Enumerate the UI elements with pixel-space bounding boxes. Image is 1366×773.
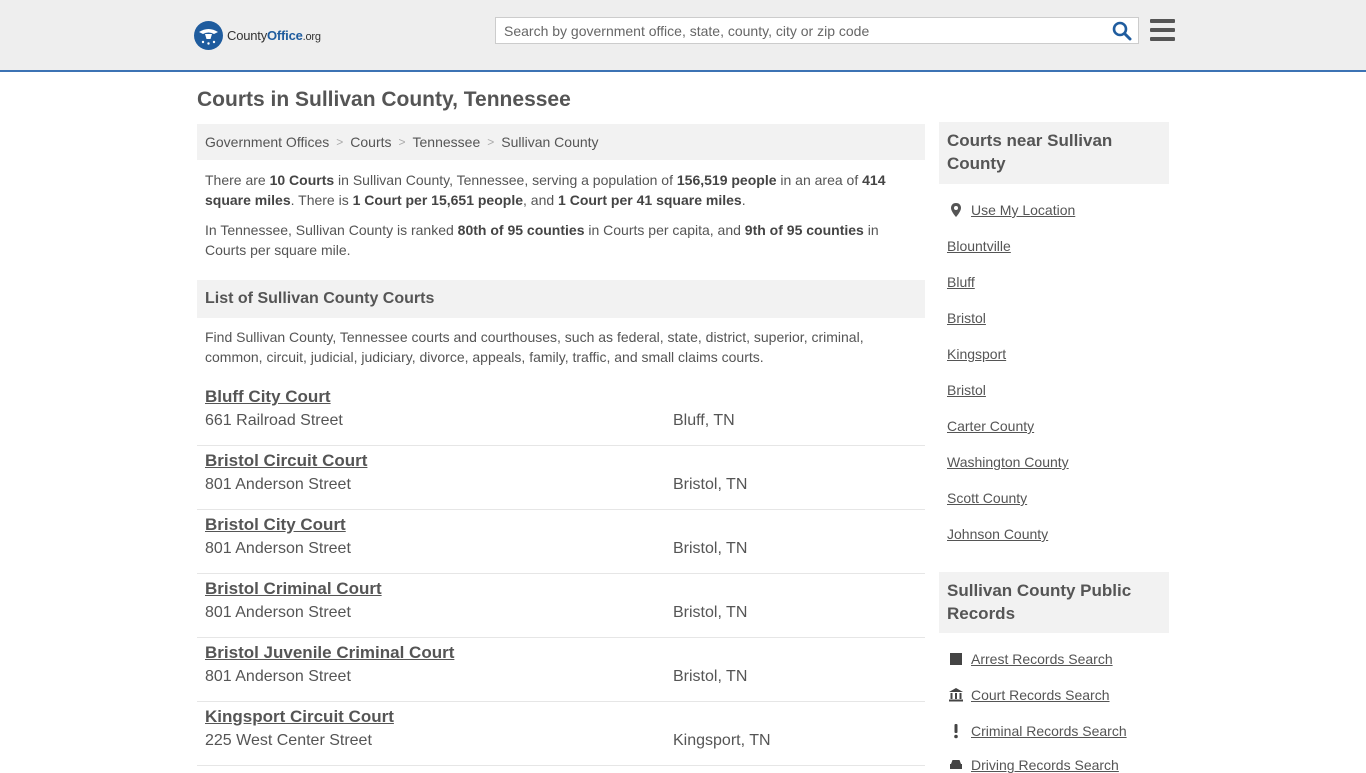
location-pin-icon: [951, 203, 961, 217]
breadcrumb-separator-icon: >: [487, 135, 495, 149]
list-item: Bristol City Court 801 Anderson Street B…: [197, 510, 925, 574]
criminal-records-link[interactable]: Criminal Records Search: [971, 723, 1127, 739]
court-link[interactable]: Bristol Circuit Court: [205, 451, 367, 471]
nearby-link-kingsport[interactable]: Kingsport: [947, 346, 1006, 362]
car-icon: [950, 760, 962, 769]
breadcrumb-government-offices[interactable]: Government Offices: [205, 134, 329, 150]
list-item: Bristol Criminal Court 801 Anderson Stre…: [197, 574, 925, 638]
search-button[interactable]: [1112, 21, 1132, 41]
breadcrumb-courts[interactable]: Courts: [350, 134, 391, 150]
driving-records-link[interactable]: Driving Records Search: [971, 757, 1119, 773]
court-link[interactable]: Bristol City Court: [205, 515, 346, 535]
court-city: Bristol, TN: [673, 668, 748, 685]
search-icon: [1112, 21, 1132, 41]
list-item: Bristol Circuit Court 801 Anderson Stree…: [197, 446, 925, 510]
court-city: Kingsport, TN: [673, 732, 771, 749]
list-item: Kingsport Circuit Court 225 West Center …: [197, 702, 925, 766]
court-list: Bluff City Court 661 Railroad Street Blu…: [197, 382, 925, 766]
search-box: [495, 17, 1139, 44]
nearby-link-bristol-2[interactable]: Bristol: [947, 382, 986, 398]
court-list-heading: List of Sullivan County Courts: [197, 280, 925, 318]
court-city: Bristol, TN: [673, 604, 748, 621]
court-link[interactable]: Bluff City Court: [205, 387, 331, 407]
intro-paragraph-ranking: In Tennessee, Sullivan County is ranked …: [205, 222, 879, 258]
breadcrumb-separator-icon: >: [398, 135, 406, 149]
courthouse-icon: [949, 688, 963, 702]
court-link[interactable]: Bristol Juvenile Criminal Court: [205, 643, 454, 663]
nearby-link-bristol[interactable]: Bristol: [947, 310, 986, 326]
court-address: 801 Anderson Street: [205, 540, 351, 557]
list-item: Bluff City Court 661 Railroad Street Blu…: [197, 382, 925, 446]
court-address: 225 West Center Street: [205, 732, 372, 749]
eagle-logo-icon: [194, 20, 223, 50]
logo-text: CountyOffice.org: [227, 27, 321, 43]
breadcrumb-sullivan-county[interactable]: Sullivan County: [501, 134, 598, 150]
intro-paragraph-stats: There are 10 Courts in Sullivan County, …: [205, 172, 886, 208]
court-address: 801 Anderson Street: [205, 668, 351, 685]
breadcrumb-tennessee[interactable]: Tennessee: [413, 134, 481, 150]
nearby-link-carter-county[interactable]: Carter County: [947, 418, 1034, 434]
page-title: Courts in Sullivan County, Tennessee: [197, 88, 571, 111]
court-address: 801 Anderson Street: [205, 604, 351, 621]
site-header: CountyOffice.org: [0, 0, 1366, 72]
nearby-link-washington-county[interactable]: Washington County: [947, 454, 1069, 470]
hamburger-menu-icon[interactable]: [1150, 19, 1175, 41]
nearby-link-blountville[interactable]: Blountville: [947, 238, 1011, 254]
court-link[interactable]: Kingsport Circuit Court: [205, 707, 394, 727]
court-list-description: Find Sullivan County, Tennessee courts a…: [205, 329, 864, 365]
court-link[interactable]: Bristol Criminal Court: [205, 579, 382, 599]
breadcrumb: Government Offices > Courts > Tennessee …: [197, 124, 925, 160]
nearby-link-scott-county[interactable]: Scott County: [947, 490, 1027, 506]
arrest-records-link[interactable]: Arrest Records Search: [971, 651, 1113, 667]
exclamation-icon: [954, 724, 958, 739]
search-input[interactable]: [496, 18, 1104, 43]
nearby-link-johnson-county[interactable]: Johnson County: [947, 526, 1048, 542]
court-city: Bristol, TN: [673, 540, 748, 557]
court-city: Bluff, TN: [673, 412, 735, 429]
nearby-link-bluff[interactable]: Bluff: [947, 274, 975, 290]
court-records-link[interactable]: Court Records Search: [971, 687, 1110, 703]
site-logo[interactable]: CountyOffice.org: [194, 20, 321, 50]
nearby-courts-heading: Courts near Sullivan County: [939, 122, 1169, 184]
use-my-location-link[interactable]: Use My Location: [971, 202, 1075, 218]
square-icon: [950, 653, 962, 665]
court-address: 661 Railroad Street: [205, 412, 343, 429]
court-address: 801 Anderson Street: [205, 476, 351, 493]
list-item: Bristol Juvenile Criminal Court 801 Ande…: [197, 638, 925, 702]
public-records-heading: Sullivan County Public Records: [939, 572, 1169, 633]
court-city: Bristol, TN: [673, 476, 748, 493]
breadcrumb-separator-icon: >: [336, 135, 344, 149]
